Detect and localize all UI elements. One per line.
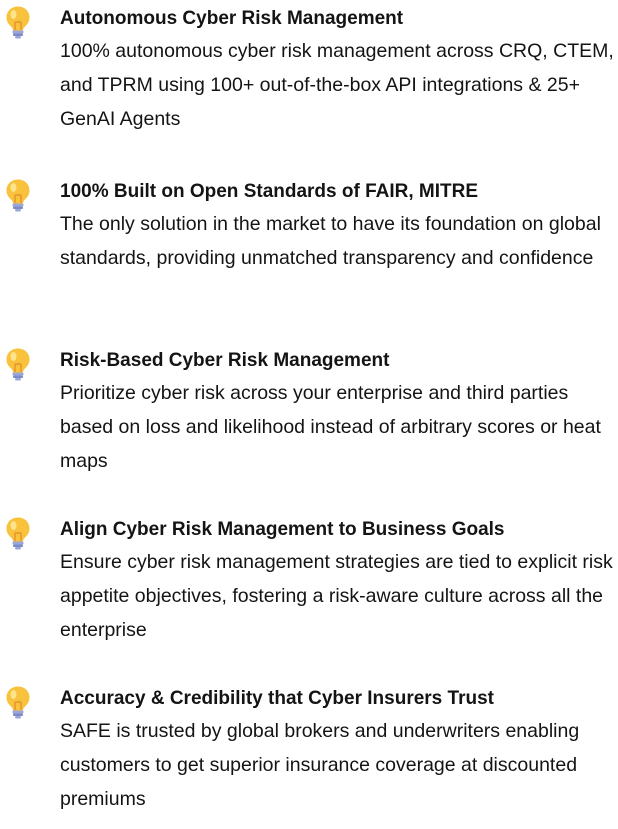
feature-text: Align Cyber Risk Management to Business … (60, 515, 616, 647)
feature-description: 100% autonomous cyber risk management ac… (60, 40, 614, 130)
lightbulb-icon (6, 348, 30, 381)
feature-title: Accuracy & Credibility that Cyber Insure… (60, 688, 494, 709)
feature-text: Autonomous Cyber Risk Management 100% au… (60, 4, 616, 136)
lightbulb-icon (6, 179, 30, 212)
lightbulb-icon (6, 686, 30, 719)
feature-text: Accuracy & Credibility that Cyber Insure… (60, 684, 616, 816)
feature-text: 100% Built on Open Standards of FAIR, MI… (60, 177, 616, 275)
feature-text: Risk-Based Cyber Risk Management Priorit… (60, 346, 616, 478)
feature-title: Align Cyber Risk Management to Business … (60, 519, 505, 540)
feature-title: Risk-Based Cyber Risk Management (60, 350, 390, 371)
feature-description: SAFE is trusted by global brokers and un… (60, 720, 580, 810)
lightbulb-icon (6, 517, 30, 550)
feature-title: 100% Built on Open Standards of FAIR, MI… (60, 181, 479, 202)
lightbulb-icon (6, 6, 30, 39)
feature-description: Ensure cyber risk management strategies … (60, 551, 613, 641)
feature-title: Autonomous Cyber Risk Management (60, 8, 404, 29)
feature-description: The only solution in the market to have … (60, 213, 601, 269)
feature-description: Prioritize cyber risk across your enterp… (60, 382, 601, 472)
feature-list: Autonomous Cyber Risk Management 100% au… (0, 0, 618, 829)
